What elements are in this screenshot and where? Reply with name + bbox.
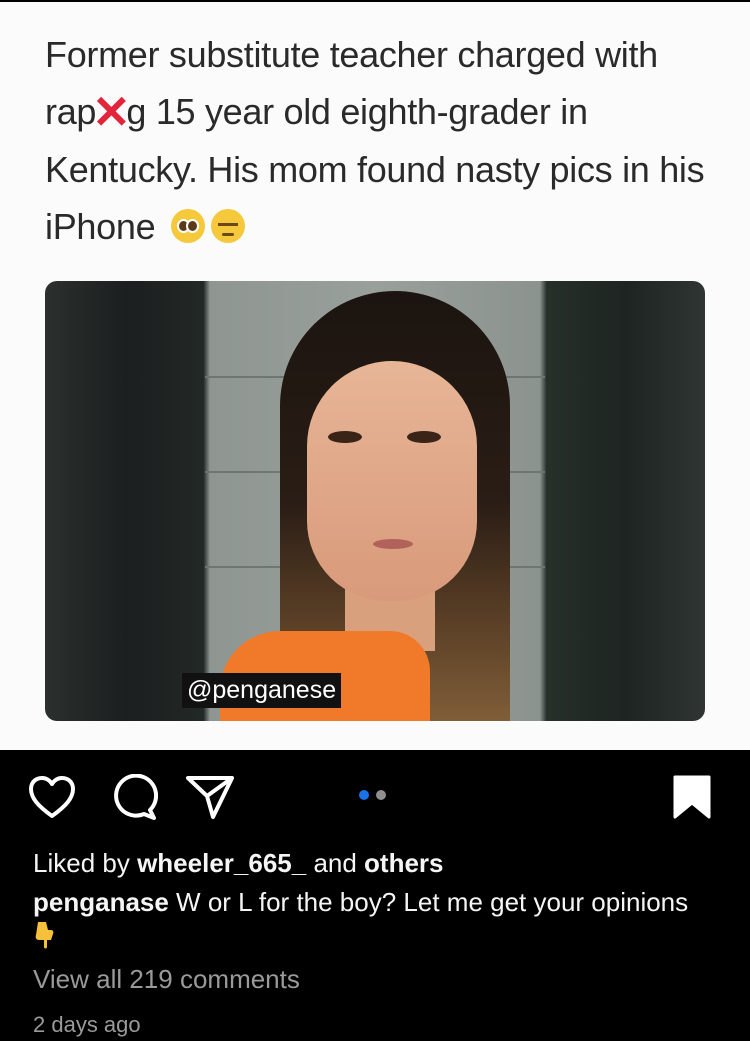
heart-icon[interactable] <box>24 769 80 825</box>
eye-right <box>407 431 441 443</box>
share-icon[interactable] <box>182 769 238 825</box>
likes-middle: and <box>306 848 365 878</box>
caption-username-link[interactable]: penganase <box>33 887 169 917</box>
top-border <box>0 0 750 2</box>
likes-prefix: Liked by <box>33 848 138 878</box>
view-comments-link[interactable]: View all 219 comments <box>33 964 300 995</box>
post-caption: penganase W or L for the boy? Let me get… <box>33 886 693 958</box>
likes-summary[interactable]: Liked by wheeler_665_ and others <box>33 848 444 879</box>
carousel-indicator <box>359 787 393 805</box>
comment-icon[interactable] <box>106 769 162 825</box>
mugshot-photo: @penganese <box>45 281 705 721</box>
post-timestamp: 2 days ago <box>33 1012 141 1037</box>
mouth-shape <box>373 539 413 549</box>
carousel-dot-active <box>359 790 369 800</box>
eye-left <box>328 431 362 443</box>
liked-by-user-link[interactable]: wheeler_665_ <box>137 848 306 878</box>
bookmark-icon[interactable] <box>664 769 720 825</box>
headline-text: Former substitute teacher charged with r… <box>45 26 725 255</box>
pleading-face-icon <box>171 209 205 243</box>
red-x-icon: ✕ <box>92 86 131 138</box>
headline-part-2: g 15 year old eighth-grader in Kentucky.… <box>45 91 705 247</box>
post-image[interactable]: Former substitute teacher charged with r… <box>0 0 750 750</box>
carousel-dot <box>376 790 386 800</box>
pensive-face-icon <box>211 209 245 243</box>
pointing-down-icon <box>33 920 55 958</box>
face-shape <box>307 361 477 601</box>
caption-text: W or L for the boy? Let me get your opin… <box>168 887 689 917</box>
watermark-label: @penganese <box>182 673 342 708</box>
others-link[interactable]: others <box>364 848 443 878</box>
